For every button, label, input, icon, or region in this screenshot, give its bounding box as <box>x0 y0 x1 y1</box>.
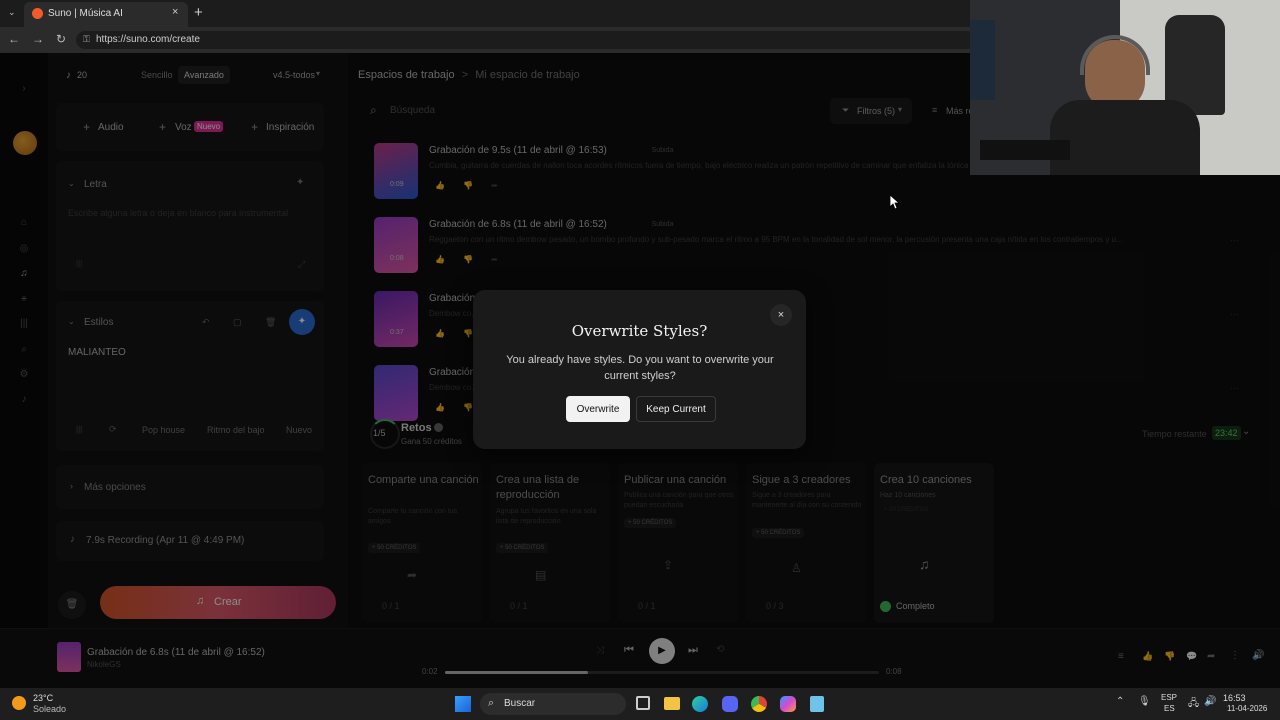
webcam-monitor <box>970 20 995 100</box>
url-text: https://suno.com/create <box>96 34 200 45</box>
browser-tab[interactable]: Suno | Música AI × <box>24 2 188 27</box>
webcam-person-body <box>1050 100 1200 175</box>
notepad-icon[interactable] <box>810 696 824 712</box>
clock-time[interactable]: 16:53 <box>1223 693 1246 703</box>
reload-icon[interactable]: ↻ <box>56 32 66 46</box>
search-icon: ⌕ <box>488 697 495 709</box>
mouse-cursor-icon <box>890 195 900 210</box>
overwrite-button[interactable]: Overwrite <box>566 396 630 422</box>
suno-favicon-icon <box>32 8 43 19</box>
speaker-icon[interactable]: 🔊 <box>1204 696 1216 707</box>
site-info-icon[interactable]: ⚿ <box>83 34 90 45</box>
discord-icon[interactable] <box>722 696 738 712</box>
taskbar-search-label: Buscar <box>504 698 536 709</box>
network-icon[interactable]: 🖧 <box>1188 696 1199 713</box>
windows-start-icon[interactable] <box>455 696 471 712</box>
overwrite-styles-dialog: × Overwrite Styles? You already have sty… <box>473 290 806 449</box>
new-tab-button[interactable]: + <box>194 4 203 21</box>
microphone-icon[interactable]: 🎙 <box>1138 696 1151 707</box>
dialog-message: You already have styles. Do you want to … <box>506 354 774 382</box>
forward-icon[interactable]: → <box>32 32 44 46</box>
weather-temp: 23°C <box>33 693 54 703</box>
copilot-icon[interactable] <box>780 696 796 712</box>
dialog-title: Overwrite Styles? <box>571 322 708 340</box>
tab-list-icon[interactable]: ⌄ <box>8 7 16 18</box>
clock-date[interactable]: 11-04-2026 <box>1227 704 1267 713</box>
tray-chevron-icon[interactable]: ⌃ <box>1116 696 1124 707</box>
back-icon[interactable]: ← <box>8 32 20 46</box>
language-label[interactable]: ESP <box>1161 693 1177 702</box>
language-sub-label: ES <box>1164 704 1175 713</box>
file-explorer-icon[interactable] <box>664 697 680 710</box>
tab-close-icon[interactable]: × <box>172 6 178 18</box>
webcam-keyboard <box>980 140 1070 160</box>
edge-icon[interactable] <box>692 696 708 712</box>
chrome-icon[interactable] <box>751 696 767 712</box>
windows-taskbar: 23°C Soleado ⌕ Buscar ⌃ 🎙 ESP ES 🖧 🔊 16:… <box>0 688 1280 720</box>
url-field[interactable]: ⚿ https://suno.com/create <box>76 31 976 49</box>
tab-title: Suno | Música AI <box>48 8 123 19</box>
task-view-icon[interactable] <box>636 696 650 710</box>
webcam-overlay <box>970 0 1280 175</box>
taskbar-search[interactable]: ⌕ Buscar <box>480 693 626 715</box>
weather-sun-icon[interactable] <box>12 696 26 710</box>
keep-current-button[interactable]: Keep Current <box>636 396 716 422</box>
weather-label: Soleado <box>33 704 67 714</box>
